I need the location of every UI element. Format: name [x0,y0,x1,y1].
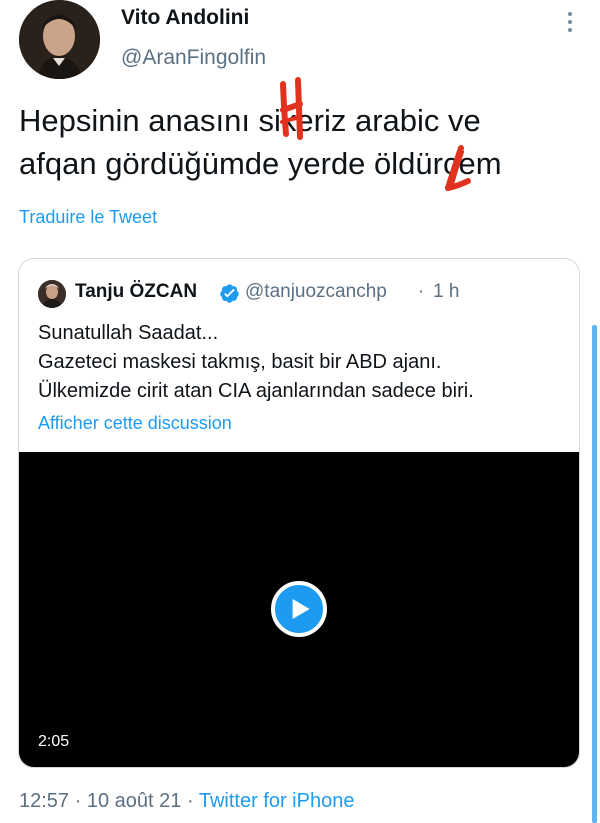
meta-separator: · [74,790,82,812]
quoted-text-line: Gazeteci maskesi takmış, basit bir ABD a… [38,351,442,373]
play-icon [292,599,310,619]
play-button[interactable] [271,581,327,637]
scrollbar[interactable] [592,325,597,823]
quoted-text-line: Ülkemizde cirit atan CIA ajanlarından sa… [38,380,474,402]
tweet-text: Hepsinin anasını sikeriz arabic ve afqan… [19,99,579,185]
video-duration: 2:05 [38,733,70,750]
tweet-meta: 12:57 · 10 août 21 · Twitter for iPhone [19,790,354,813]
more-vertical-icon [568,12,572,16]
quoted-text-line: Sunatullah Saadat... [38,322,219,344]
verified-badge-icon [220,284,239,303]
tweet-text-line: afqan gördüğümde yerde öldürcem [19,146,502,181]
quoted-tweet-text: Sunatullah Saadat... Gazeteci maskesi ta… [38,319,568,406]
translate-tweet-link[interactable]: Traduire le Tweet [19,207,157,228]
author-handle[interactable]: @AranFingolfin [121,46,266,70]
author-avatar-image [19,0,100,79]
show-thread-link[interactable]: Afficher cette discussion [38,413,232,434]
quoted-timestamp[interactable]: 1 h [433,281,459,303]
quoted-author-handle[interactable]: @tanjuozcanchp [245,281,387,303]
tweet-source-link[interactable]: Twitter for iPhone [199,790,355,812]
quoted-tweet-card[interactable]: Tanju ÖZCAN @tanjuozcanchp · 1 h Sunatul… [18,258,580,768]
quoted-author-avatar[interactable] [38,280,66,308]
quoted-author-name[interactable]: Tanju ÖZCAN [75,281,197,303]
tweet-text-line: Hepsinin anasını sikeriz arabic ve [19,103,481,138]
tweet-date[interactable]: 10 août 21 [87,790,182,812]
author-display-name[interactable]: Vito Andolini [121,6,249,30]
video-player[interactable]: 2:05 [19,452,579,767]
more-options-button[interactable] [558,8,582,36]
author-avatar[interactable] [19,0,100,79]
meta-separator: · [186,790,194,812]
tweet-time[interactable]: 12:57 [19,790,69,812]
quoted-separator: · [418,281,425,302]
